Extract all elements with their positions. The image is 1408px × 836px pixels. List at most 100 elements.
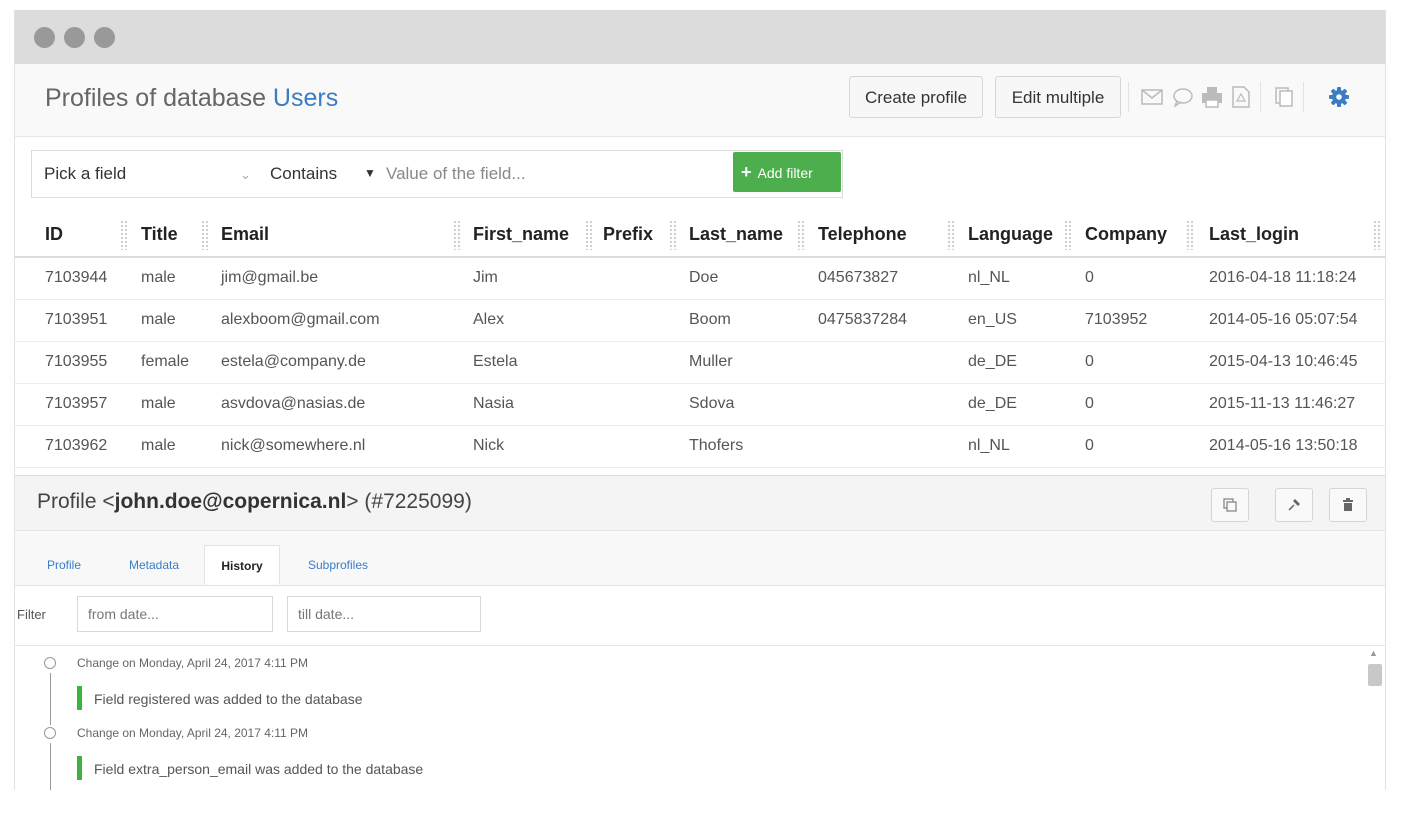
cell-title: male — [141, 311, 176, 328]
column-header-company[interactable]: Company — [1085, 224, 1167, 245]
filter-value-input[interactable]: Value of the field... — [386, 164, 526, 184]
history-change-date: Change on Monday, April 24, 2017 4:11 PM — [77, 726, 309, 740]
column-resize-handle[interactable] — [947, 220, 955, 250]
cell-language: de_DE — [968, 353, 1017, 370]
cell-language: nl_NL — [968, 269, 1010, 286]
history-change-text: Field registered was added to the databa… — [94, 691, 363, 707]
column-resize-handle[interactable] — [1064, 220, 1072, 250]
chevron-down-icon[interactable]: ⌄ — [240, 167, 251, 183]
tab-history[interactable]: History — [204, 545, 280, 585]
operator-select[interactable]: Contains — [270, 164, 337, 184]
chat-icon[interactable] — [1170, 84, 1196, 110]
cell-company: 0 — [1085, 437, 1094, 454]
cell-id: 7103951 — [45, 311, 108, 328]
cell-company: 7103952 — [1085, 311, 1148, 328]
column-resize-handle[interactable] — [120, 220, 128, 250]
toolbar-divider — [1260, 82, 1261, 112]
scroll-up-arrow[interactable]: ▲ — [1369, 648, 1378, 658]
window-minimize-button[interactable] — [64, 27, 85, 48]
cell-title: male — [141, 437, 176, 454]
column-header-email[interactable]: Email — [221, 224, 269, 245]
column-resize-handle[interactable] — [797, 220, 805, 250]
table-row[interactable]: 7103951 male alexboom@gmail.com Alex Boo… — [15, 299, 1385, 342]
column-resize-handle[interactable] — [453, 220, 461, 250]
page-title: Profiles of database Users — [45, 84, 338, 113]
pick-field-select[interactable]: Pick a field — [44, 164, 126, 184]
cell-first-name: Nasia — [473, 395, 514, 412]
cell-email: asvdova@nasias.de — [221, 395, 366, 412]
cell-id: 7103944 — [45, 269, 108, 286]
add-filter-label: Add filter — [757, 165, 813, 181]
column-resize-handle[interactable] — [1373, 220, 1381, 250]
column-header-first-name[interactable]: First_name — [473, 224, 569, 245]
scrollbar-thumb[interactable] — [1368, 664, 1382, 686]
cell-first-name: Jim — [473, 269, 498, 286]
mail-icon[interactable] — [1139, 84, 1165, 110]
tab-metadata[interactable]: Metadata — [111, 545, 197, 585]
trash-icon — [1343, 498, 1353, 511]
table-header: ID Title Email First_name Prefix Last_na… — [15, 212, 1385, 258]
gear-icon[interactable] — [1326, 84, 1352, 110]
tab-profile[interactable]: Profile — [33, 545, 95, 585]
cell-last-name: Boom — [689, 311, 731, 328]
column-resize-handle[interactable] — [669, 220, 677, 250]
history-node-icon — [44, 727, 56, 739]
column-header-last-login[interactable]: Last_login — [1209, 224, 1299, 245]
cell-last-name: Muller — [689, 353, 733, 370]
till-date-input[interactable]: till date... — [287, 596, 481, 632]
profile-email: john.doe@copernica.nl — [114, 490, 347, 513]
column-header-telephone[interactable]: Telephone — [818, 224, 907, 245]
column-resize-handle[interactable] — [201, 220, 209, 250]
copy-icon — [1223, 498, 1237, 512]
column-header-title[interactable]: Title — [141, 224, 178, 245]
table-row[interactable]: 7103957 male asvdova@nasias.de Nasia Sdo… — [15, 383, 1385, 426]
cell-id: 7103957 — [45, 395, 108, 412]
pdf-icon[interactable] — [1228, 84, 1254, 110]
cell-first-name: Nick — [473, 437, 505, 454]
column-resize-handle[interactable] — [1186, 220, 1194, 250]
cell-last-login: 2016-04-18 11:18:24 — [1209, 269, 1357, 286]
cell-title: female — [141, 353, 190, 370]
window-maximize-button[interactable] — [94, 27, 115, 48]
app-window: Profiles of database Users Create profil… — [14, 10, 1386, 790]
cell-last-login: 2015-11-13 11:46:27 — [1209, 395, 1356, 412]
cell-telephone: 0475837284 — [818, 311, 907, 328]
window-close-button[interactable] — [34, 27, 55, 48]
cell-last-name: Doe — [689, 269, 719, 286]
duplicate-profile-button[interactable] — [1211, 488, 1249, 522]
tab-subprofiles[interactable]: Subprofiles — [287, 545, 389, 585]
column-header-id[interactable]: ID — [45, 224, 63, 245]
database-name-link[interactable]: Users — [273, 84, 338, 112]
window-titlebar — [15, 10, 1385, 64]
table-row[interactable]: 7103955 female estela@company.de Estela … — [15, 341, 1385, 384]
copy-icon[interactable] — [1271, 84, 1297, 110]
table-row[interactable]: 7103944 male jim@gmail.be Jim Doe 045673… — [15, 257, 1385, 300]
change-indicator — [77, 756, 82, 780]
profile-title: Profile <john.doe@copernica.nl> (#722509… — [37, 490, 472, 514]
edit-profile-button[interactable] — [1275, 488, 1313, 522]
cell-language: nl_NL — [968, 437, 1010, 454]
toolbar-divider — [1303, 82, 1304, 112]
profile-header: Profile <john.doe@copernica.nl> (#722509… — [15, 475, 1385, 531]
history-filter: Filter from date... till date... — [15, 585, 1385, 646]
table-row[interactable]: 7103962 male nick@somewhere.nl Nick Thof… — [15, 425, 1385, 468]
column-resize-handle[interactable] — [585, 220, 593, 250]
add-filter-button[interactable]: + Add filter — [733, 152, 841, 192]
column-header-last-name[interactable]: Last_name — [689, 224, 783, 245]
profile-title-prefix: Profile < — [37, 490, 115, 513]
print-icon[interactable] — [1199, 84, 1225, 110]
caret-down-icon[interactable]: ▼ — [364, 166, 376, 180]
create-profile-button[interactable]: Create profile — [849, 76, 983, 118]
from-date-input[interactable]: from date... — [77, 596, 273, 632]
history-timeline — [50, 673, 51, 725]
delete-profile-button[interactable] — [1329, 488, 1367, 522]
page-title-prefix: Profiles of database — [45, 84, 273, 112]
column-header-language[interactable]: Language — [968, 224, 1053, 245]
cell-company: 0 — [1085, 395, 1094, 412]
cell-last-login: 2014-05-16 13:50:18 — [1209, 437, 1358, 454]
edit-multiple-button[interactable]: Edit multiple — [995, 76, 1121, 118]
cell-language: en_US — [968, 311, 1017, 328]
history-timeline — [50, 743, 51, 790]
column-header-prefix[interactable]: Prefix — [603, 224, 653, 245]
cell-title: male — [141, 395, 176, 412]
